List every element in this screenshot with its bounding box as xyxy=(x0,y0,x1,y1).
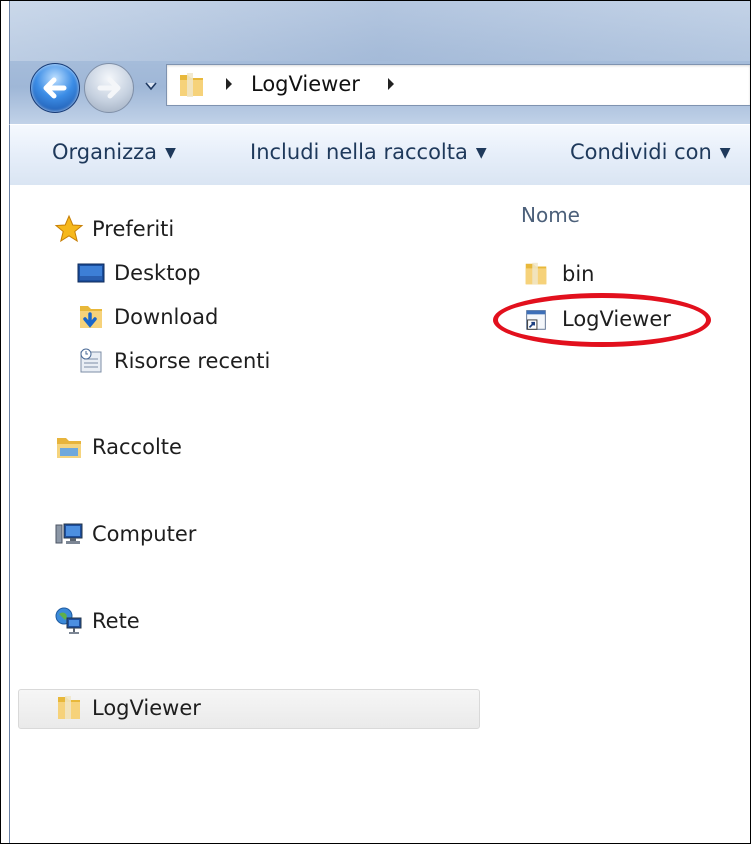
nav-network[interactable]: Rete xyxy=(54,603,140,639)
folder-icon xyxy=(525,262,547,285)
download-folder-icon xyxy=(80,306,102,328)
recent-places-icon xyxy=(80,348,102,373)
navigation-pane: Preferiti Desktop Download Risorse recen… xyxy=(9,185,485,843)
address-bar[interactable]: LogViewer xyxy=(166,64,750,106)
share-with-menu[interactable]: Condividi con ▼ xyxy=(570,140,731,164)
explorer-window: LogViewer Organizza ▼ Includi nella racco… xyxy=(0,0,751,844)
arrow-left-icon xyxy=(43,77,67,99)
folder-icon xyxy=(58,696,80,719)
list-item[interactable]: bin xyxy=(522,257,594,291)
desktop-icon xyxy=(77,263,105,283)
nav-desktop[interactable]: Desktop xyxy=(76,255,201,291)
nav-downloads[interactable]: Download xyxy=(76,299,218,335)
nav-libraries[interactable]: Raccolte xyxy=(54,429,182,465)
folder-icon xyxy=(180,73,203,97)
list-item[interactable]: LogViewer xyxy=(522,302,671,336)
caret-down-icon: ▼ xyxy=(165,145,176,161)
breadcrumb-chevron-icon[interactable] xyxy=(225,78,233,90)
back-button[interactable] xyxy=(30,63,80,113)
column-header-name[interactable]: Nome xyxy=(521,203,580,227)
network-icon xyxy=(55,607,82,634)
forward-button[interactable] xyxy=(84,63,134,113)
recent-pages-dropdown-icon[interactable] xyxy=(144,79,158,93)
title-bar: LogViewer xyxy=(9,1,750,124)
nav-computer[interactable]: Computer xyxy=(54,516,196,552)
caret-down-icon: ▼ xyxy=(719,145,731,161)
nav-folder-logviewer[interactable]: LogViewer xyxy=(54,690,201,726)
caret-down-icon: ▼ xyxy=(475,145,487,161)
command-bar: Organizza ▼ Includi nella raccolta ▼ Condi… xyxy=(9,124,750,186)
computer-icon xyxy=(55,523,83,544)
arrow-right-icon xyxy=(97,77,121,99)
organize-menu[interactable]: Organizza ▼ xyxy=(52,140,176,164)
shortcut-icon xyxy=(526,310,546,330)
breadcrumb-chevron-icon[interactable] xyxy=(387,78,395,90)
include-in-library-menu[interactable]: Includi nella raccolta ▼ xyxy=(250,140,487,164)
libraries-icon xyxy=(57,438,81,458)
nav-favorites[interactable]: Preferiti xyxy=(54,211,174,247)
file-list-pane: Nome bin LogViewer xyxy=(484,185,750,843)
star-icon xyxy=(54,214,84,243)
breadcrumb-logviewer[interactable]: LogViewer xyxy=(251,72,360,96)
nav-recent-places[interactable]: Risorse recenti xyxy=(76,343,270,379)
